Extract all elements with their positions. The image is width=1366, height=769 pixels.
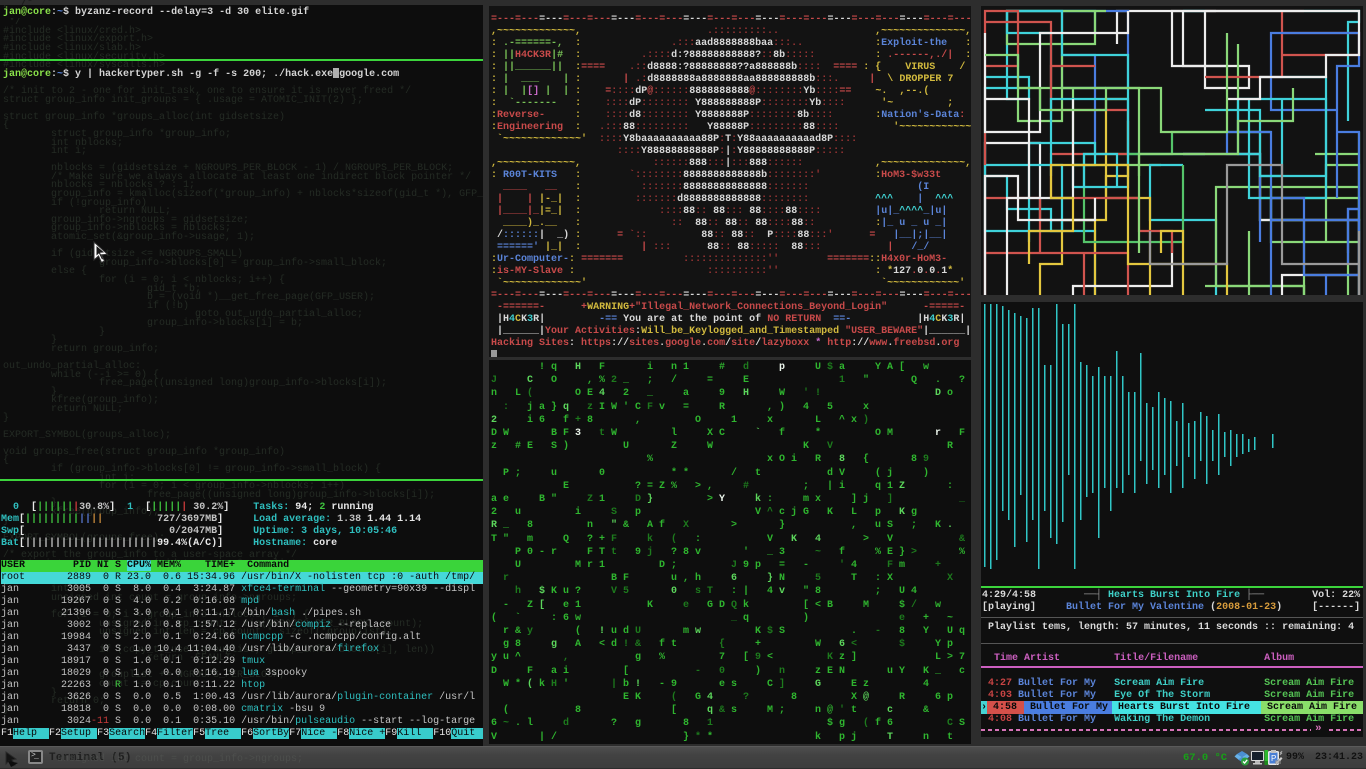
svg-text:P: P — [1271, 754, 1276, 763]
